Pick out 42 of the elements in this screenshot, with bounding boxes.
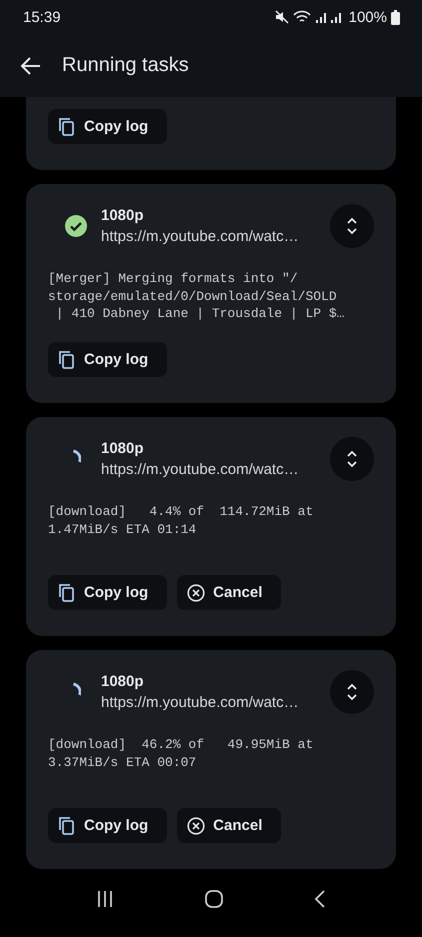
expand-button[interactable]: [330, 204, 374, 248]
mute-icon: [274, 10, 289, 24]
task-url: https://m.youtube.com/watc…: [101, 461, 300, 478]
copy-log-button[interactable]: Copy log: [48, 109, 168, 144]
log-line: | 410 Dabney Lane | Trousdale | LP $…: [54, 305, 346, 322]
log-line: 1.47MiB/s ETA 01:14: [48, 520, 198, 538]
log-line: storage/emulated/0/Download/Seal/SOLD: [48, 288, 338, 305]
task-url: https://m.youtube.com/watc…: [101, 694, 300, 711]
cancel-button[interactable]: Cancel: [177, 808, 282, 843]
task-title: 1080p: [101, 673, 145, 690]
expand-button[interactable]: [330, 670, 374, 714]
task-url: https://m.youtube.com/watc…: [101, 228, 300, 245]
back-nav-button[interactable]: [314, 889, 326, 909]
task-title: 1080p: [101, 440, 145, 457]
log-line: [download] 4.4% of 114.72MiB at: [48, 503, 314, 520]
recent-apps-button[interactable]: [96, 890, 114, 908]
cancel-icon: [187, 584, 206, 602]
cancel-button[interactable]: Cancel: [177, 575, 282, 610]
page-title: Running tasks: [62, 54, 189, 77]
log-line: 3.37MiB/s ETA 00:07: [48, 754, 198, 771]
cancel-icon: [187, 816, 206, 834]
expand-icon: [346, 683, 358, 701]
task-title: 1080p: [101, 207, 145, 224]
check-icon: [64, 214, 88, 238]
battery-icon: [391, 10, 400, 24]
copy-icon: [58, 116, 76, 136]
copy-icon: [58, 350, 76, 370]
copy-icon: [58, 816, 76, 836]
log-line: [Merger] Merging formats into "/: [48, 270, 299, 288]
status-time: 15:39: [23, 8, 61, 26]
log-line: [download] 46.2% of 49.95MiB at: [48, 736, 314, 754]
copy-log-button[interactable]: Copy log: [48, 575, 168, 610]
copy-icon: [58, 582, 76, 602]
expand-button[interactable]: [330, 437, 374, 481]
battery-percent: 100%: [348, 8, 387, 26]
expand-icon: [346, 450, 358, 468]
copy-log-button[interactable]: Copy log: [48, 808, 168, 843]
home-button[interactable]: [204, 890, 223, 908]
wifi-icon: [292, 10, 311, 24]
expand-icon: [346, 217, 358, 235]
copy-log-button[interactable]: Copy log: [48, 342, 168, 377]
back-button[interactable]: [20, 56, 42, 76]
